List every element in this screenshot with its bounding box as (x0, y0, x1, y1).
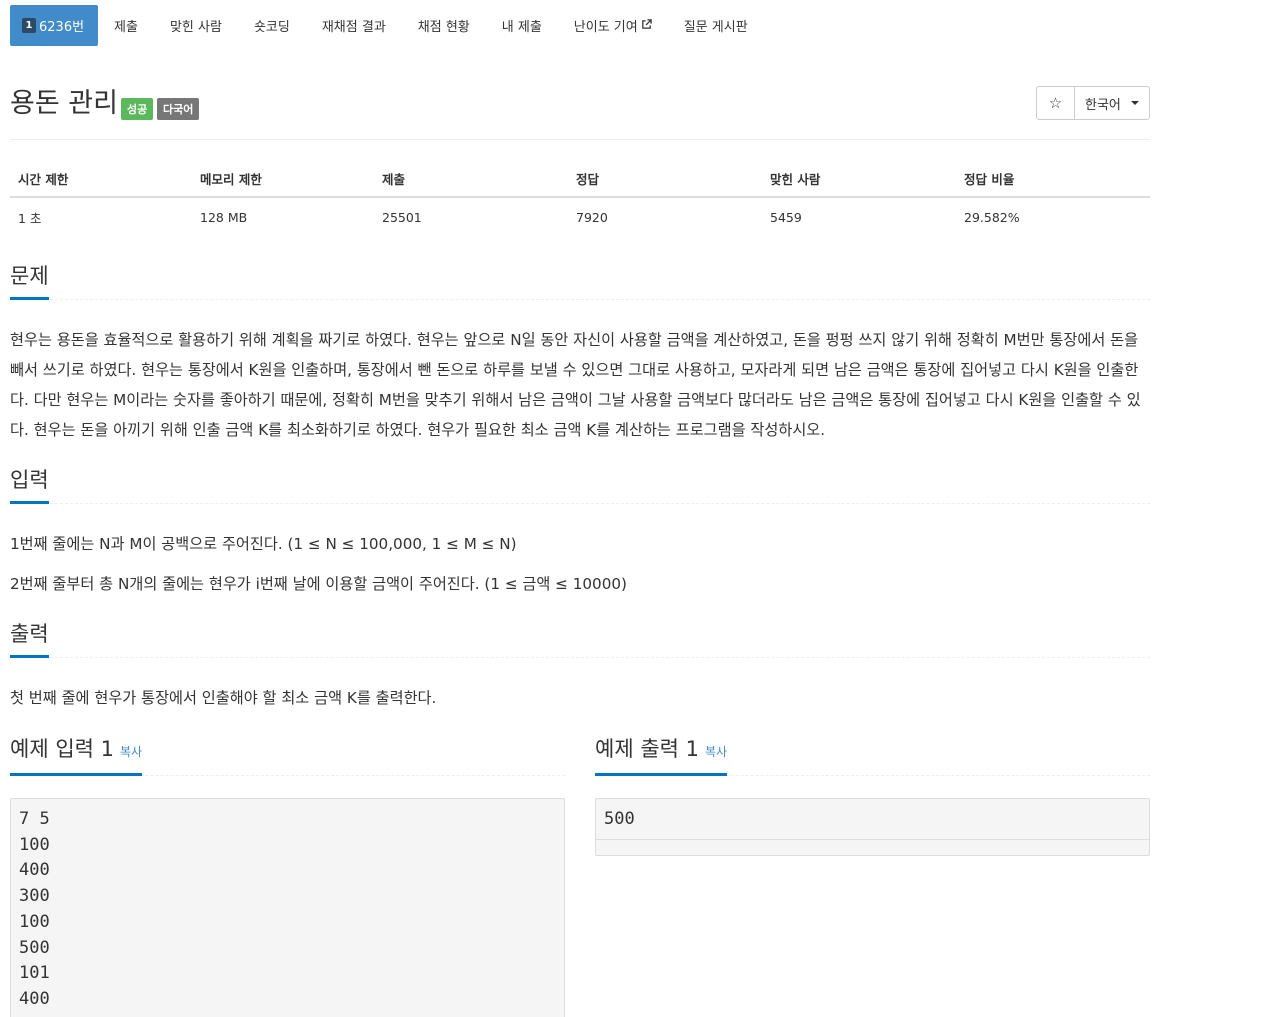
language-dropdown-label: 한국어 (1085, 97, 1121, 113)
problem-tab-bar: 1 6236번 제출 맞힌 사람 숏코딩 재채점 결과 채점 현황 내 제출 난… (10, 5, 764, 46)
input-line-2: 2번째 줄부터 총 N개의 줄에는 현우가 i번째 날에 이용할 금액이 주어진… (10, 575, 627, 593)
problem-description: 현우는 용돈을 효율적으로 활용하기 위해 계획을 짜기로 하였다. 현우는 앞… (10, 325, 1150, 455)
caret-down-icon (1130, 101, 1139, 105)
problem-text: 현우는 용돈을 효율적으로 활용하기 위해 계획을 짜기로 하였다. 현우는 앞… (10, 331, 1141, 439)
output-text: 첫 번째 줄에 현우가 통장에서 인출해야 할 최소 금액 K를 출력한다. (10, 689, 437, 707)
time-limit-value: 1 초 (18, 211, 42, 226)
header-memory-limit: 메모리 제한 (192, 163, 374, 198)
sample-output-title: 예제 출력 1 (595, 737, 699, 761)
tab-problem-label: 6236번 (39, 20, 85, 35)
memory-limit-value: 128 MB (200, 210, 248, 225)
tab-submit-label: 제출 (114, 20, 138, 35)
page-title: 용돈 관리 (10, 88, 118, 119)
header-solved-users: 맞힌 사람 (762, 163, 956, 198)
tab-difficulty-contribution[interactable]: 난이도 기여 (558, 5, 668, 46)
tab-my-submissions[interactable]: 내 제출 (486, 5, 558, 46)
status-badge: 성공 (121, 98, 154, 120)
copy-sample-input-button[interactable]: 복사 (120, 745, 142, 759)
input-line-1: 1번째 줄에는 N과 M이 공백으로 주어진다. (1 ≤ N ≤ 100,00… (10, 535, 517, 553)
submissions-value: 25501 (382, 210, 422, 225)
problem-section-header: 문제 (10, 263, 1150, 300)
table-row: 1 초 128 MB 25501 7920 5459 29.582% (10, 197, 1150, 237)
header-accept-ratio: 정답 비율 (956, 163, 1150, 198)
table-header-row: 시간 제한 메모리 제한 제출 정답 맞힌 사람 정답 비율 (10, 163, 1150, 198)
star-icon[interactable]: ☆ (1037, 87, 1075, 119)
tab-problem[interactable]: 1 6236번 (10, 5, 99, 46)
sample-output-box: 500 (595, 798, 1150, 856)
tab-judge-status-label: 채점 현황 (417, 20, 470, 35)
sample-output-footer (596, 838, 1149, 853)
title-actions: ☆ 한국어 (1036, 86, 1150, 120)
tab-my-submissions-label: 내 제출 (501, 20, 542, 35)
sample-input-title: 예제 입력 1 (10, 737, 114, 761)
problem-info-table: 시간 제한 메모리 제한 제출 정답 맞힌 사람 정답 비율 1 초 128 M… (10, 163, 1150, 237)
sample-input-header: 예제 입력 1 복사 (10, 736, 565, 776)
problem-title-row: 용돈 관리 성공 다국어 ☆ 한국어 (10, 86, 1150, 140)
tab-question-board[interactable]: 질문 게시판 (668, 5, 764, 46)
tab-solved-users-label: 맞힌 사람 (169, 20, 222, 35)
copy-sample-output-button[interactable]: 복사 (705, 745, 727, 759)
tier-badge-icon: 1 (22, 18, 36, 33)
sample-input-box: 7 5 100 400 300 100 500 101 400 (10, 798, 565, 1017)
output-description: 첫 번째 줄에 현우가 통장에서 인출해야 할 최소 금액 K를 출력한다. (10, 683, 1150, 723)
tab-submit[interactable]: 제출 (98, 5, 154, 46)
tab-rejudge-results-label: 재채점 결과 (321, 20, 386, 35)
input-description: 1번째 줄에는 N과 M이 공백으로 주어진다. (1 ≤ N ≤ 100,00… (10, 529, 1150, 609)
language-dropdown[interactable]: 한국어 (1075, 87, 1149, 119)
sample-output-heading: 예제 출력 1 복사 (595, 736, 728, 776)
tab-rejudge-results[interactable]: 재채점 결과 (306, 5, 402, 46)
tab-judge-status[interactable]: 채점 현황 (402, 5, 486, 46)
tab-short-coding-label: 숏코딩 (253, 20, 290, 35)
accepted-value: 7920 (576, 210, 608, 225)
output-heading: 출력 (10, 621, 49, 658)
tab-difficulty-contribution-label: 난이도 기여 (573, 20, 638, 35)
output-section-header: 출력 (10, 621, 1150, 658)
external-link-icon (641, 18, 652, 33)
accept-ratio-value: 29.582% (964, 210, 1020, 225)
problem-heading: 문제 (10, 263, 49, 300)
tab-solved-users[interactable]: 맞힌 사람 (154, 5, 238, 46)
solved-users-value: 5459 (770, 210, 802, 225)
tab-short-coding[interactable]: 숏코딩 (238, 5, 306, 46)
header-accepted: 정답 (568, 163, 762, 198)
header-time-limit: 시간 제한 (10, 163, 192, 198)
sample-input-heading: 예제 입력 1 복사 (10, 736, 143, 776)
language-badge: 다국어 (157, 98, 200, 120)
input-section-header: 입력 (10, 467, 1150, 504)
tab-question-board-label: 질문 게시판 (683, 20, 748, 35)
sample-output-content: 500 (604, 809, 635, 829)
header-submissions: 제출 (374, 163, 568, 198)
sample-output-header: 예제 출력 1 복사 (595, 736, 1150, 776)
input-heading: 입력 (10, 467, 49, 504)
